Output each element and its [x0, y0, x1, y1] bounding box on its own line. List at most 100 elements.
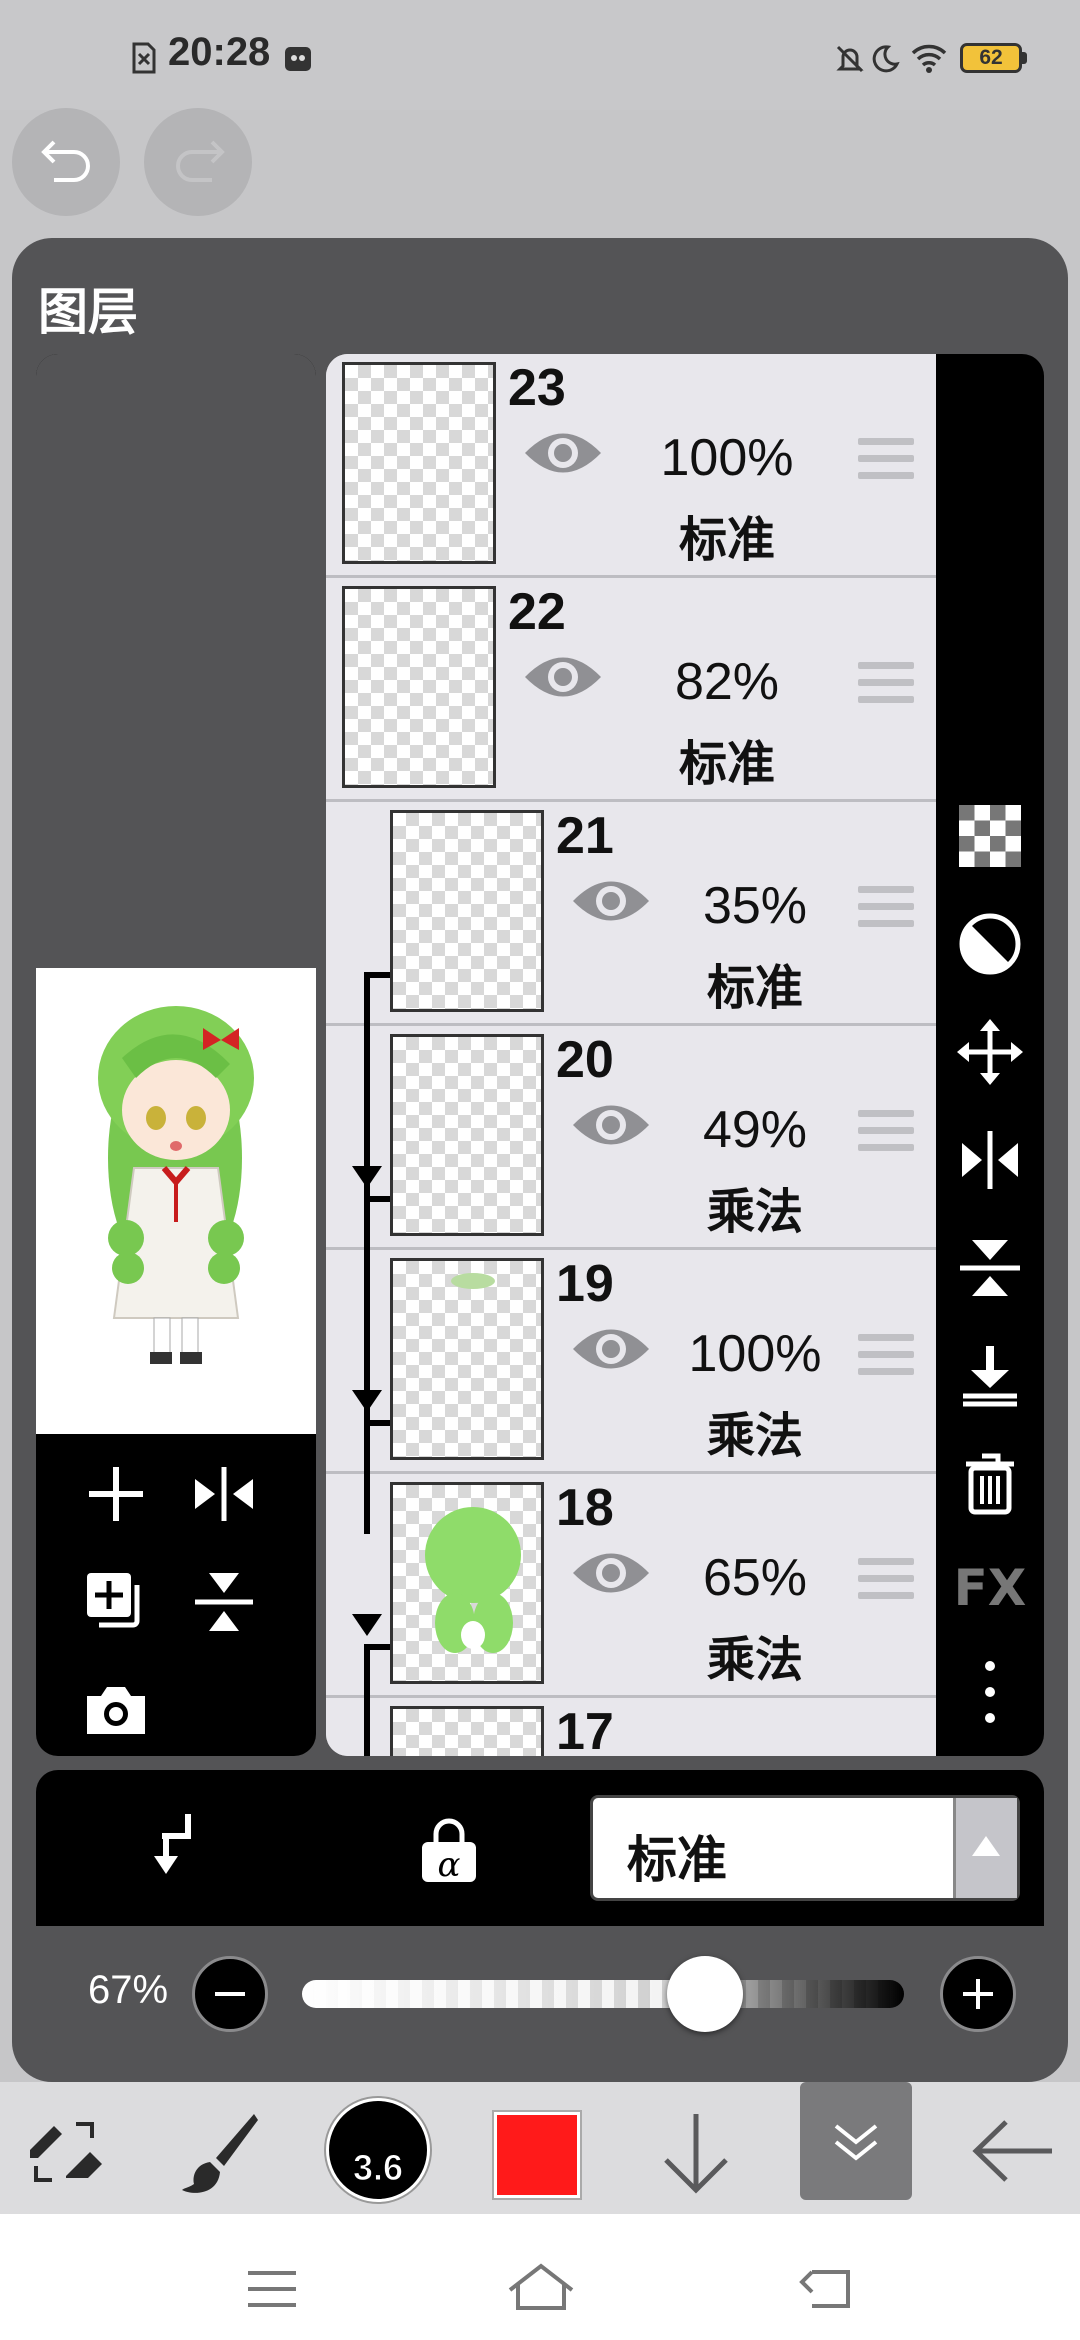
layer-thumbnail: [390, 1706, 544, 1756]
do-not-disturb-icon: [872, 45, 900, 73]
flip-vertical-layer-button[interactable]: [956, 1234, 1024, 1302]
eye-icon[interactable]: [522, 650, 604, 704]
drag-handle[interactable]: [858, 886, 914, 934]
opacity-slider-knob[interactable]: [667, 1956, 744, 2032]
drag-handle[interactable]: [858, 1558, 914, 1606]
layer-list[interactable]: 23 100% 标准 22 82% 标准 21 35% 标准 20 49% 乘法…: [326, 354, 936, 1756]
layer-blend-mode: 乘法: [706, 1410, 803, 1463]
eye-icon[interactable]: [570, 1322, 652, 1376]
merge-down-button[interactable]: [956, 1342, 1024, 1410]
eye-icon[interactable]: [522, 426, 604, 480]
contrast-button[interactable]: [956, 910, 1024, 978]
layer-blend-mode: 标准: [706, 962, 803, 1015]
drag-handle[interactable]: [858, 1334, 914, 1382]
flip-horizontal-layer-button[interactable]: [956, 1126, 1024, 1194]
move-icon: [957, 1019, 1023, 1085]
layer-row[interactable]: 17: [326, 1698, 936, 1756]
layers-panel-button[interactable]: [800, 2082, 912, 2200]
camera-import-button[interactable]: [76, 1670, 156, 1750]
opacity-decrease-button[interactable]: [192, 1956, 268, 2032]
canvas-preview-pane: [36, 354, 316, 1756]
notification-app-icon: [285, 47, 311, 71]
layer-number: 21: [556, 807, 614, 865]
layer-blend-mode: 乘法: [706, 1634, 803, 1687]
camera-icon: [87, 1687, 145, 1734]
trash-icon: [966, 1453, 1014, 1515]
flip-horizontal-icon: [195, 1467, 253, 1521]
eye-icon[interactable]: [570, 1546, 652, 1600]
canvas-thumbnail[interactable]: [36, 968, 316, 1434]
layer-blend-mode: 标准: [678, 514, 775, 567]
fx-button[interactable]: FX: [950, 1554, 1030, 1622]
preview-background: [36, 354, 316, 968]
layer-row[interactable]: 21 35% 标准: [326, 802, 936, 1026]
alpha-lock-button[interactable]: α: [418, 1818, 480, 1884]
layer-content: [425, 1507, 521, 1653]
flip-horizontal-button[interactable]: [184, 1454, 264, 1534]
clipping-line: [364, 1420, 390, 1426]
delete-layer-button[interactable]: [956, 1450, 1024, 1518]
brush-tool-button[interactable]: [180, 2110, 260, 2196]
layer-thumbnail: [390, 810, 544, 1012]
undo-button[interactable]: [12, 108, 120, 216]
layer-row[interactable]: 18 65% 乘法: [326, 1474, 936, 1698]
layer-opacity: 100%: [688, 1325, 822, 1383]
move-button[interactable]: [956, 1018, 1024, 1086]
layer-number: 22: [508, 583, 566, 641]
redo-button[interactable]: [144, 108, 252, 216]
duplicate-layer-button[interactable]: [76, 1562, 156, 1642]
flip-vertical-icon: [195, 1573, 253, 1631]
home-icon[interactable]: [506, 2262, 576, 2312]
battery-tip: [1022, 52, 1027, 64]
add-layer-button[interactable]: [76, 1454, 156, 1534]
layer-thumbnail: [342, 586, 496, 788]
color-picker-button[interactable]: [494, 2112, 580, 2198]
nav-back-icon[interactable]: [798, 2266, 854, 2310]
status-bar: 20:28 62: [0, 0, 1080, 110]
opacity-increase-button[interactable]: [940, 1956, 1016, 2032]
layer-number: 23: [508, 359, 566, 417]
wifi-icon: [911, 44, 947, 73]
blend-mode-select[interactable]: 标准: [590, 1795, 1020, 1901]
drag-handle[interactable]: [858, 662, 914, 710]
layer-number: 20: [556, 1031, 614, 1089]
minus-icon: [215, 1992, 245, 1996]
triangle-up-icon: [972, 1836, 1000, 1856]
clipping-arrow-icon: [352, 1166, 382, 1188]
opacity-slider-track[interactable]: [302, 1980, 904, 2008]
layer-row[interactable]: 23 100% 标准: [326, 354, 936, 578]
drag-handle[interactable]: [858, 1110, 914, 1158]
drag-handle[interactable]: [858, 438, 914, 486]
opacity-value: 67%: [88, 1968, 169, 2012]
blend-mode-dropdown-button[interactable]: [953, 1798, 1017, 1898]
clipping-line: [364, 1196, 390, 1202]
layer-row[interactable]: 20 49% 乘法: [326, 1026, 936, 1250]
clipping-icon: [154, 1814, 191, 1874]
layer-thumbnail: [390, 1258, 544, 1460]
clipping-toggle-button[interactable]: [140, 1812, 200, 1876]
layer-opacity: 65%: [702, 1549, 808, 1607]
system-nav-bar: [0, 2214, 1080, 2340]
transparency-button[interactable]: [956, 802, 1024, 870]
alpha-lock-icon: α: [422, 1818, 476, 1884]
brush-size-button[interactable]: 3.6: [326, 2098, 430, 2202]
layer-down-button[interactable]: [660, 2110, 732, 2196]
eye-icon[interactable]: [570, 874, 652, 928]
layer-opacity: 49%: [702, 1101, 808, 1159]
eye-icon[interactable]: [570, 1098, 652, 1152]
back-button[interactable]: [972, 2120, 1054, 2182]
layer-thumbnail: [342, 362, 496, 564]
layer-blend-mode: 标准: [678, 738, 775, 791]
more-options-button[interactable]: [956, 1658, 1024, 1726]
panel-title: 图层: [38, 284, 138, 340]
flip-vertical-button[interactable]: [184, 1562, 264, 1642]
clipping-arrow-icon: [352, 1390, 382, 1412]
clipping-line: [364, 972, 390, 978]
menu-icon[interactable]: [246, 2270, 298, 2308]
character-preview-image: [98, 1006, 254, 1364]
layer-row[interactable]: 19 100% 乘法: [326, 1250, 936, 1474]
layer-row[interactable]: 22 82% 标准: [326, 578, 936, 802]
status-time: 20:28: [168, 30, 271, 74]
battery-indicator: 62: [960, 43, 1022, 73]
tool-switch-button[interactable]: [26, 2114, 106, 2190]
